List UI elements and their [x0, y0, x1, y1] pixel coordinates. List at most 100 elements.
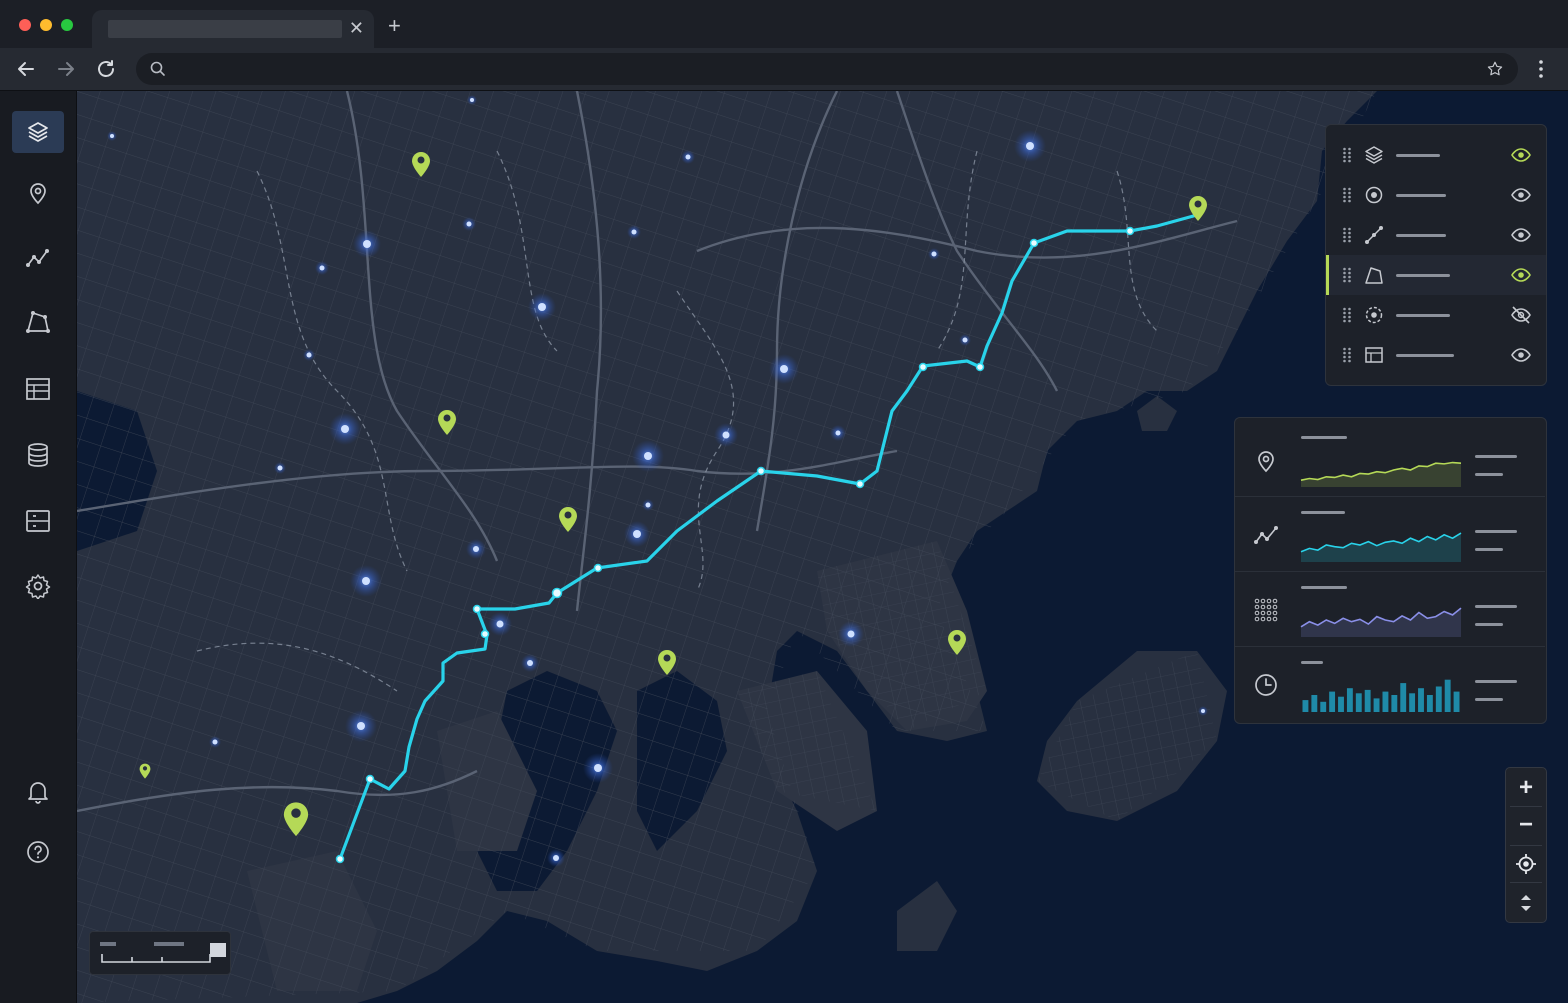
route-waypoint[interactable]	[335, 854, 345, 864]
poi-point[interactable]	[353, 230, 381, 258]
poi-point[interactable]	[838, 621, 864, 647]
address-bar[interactable]	[136, 53, 1518, 85]
help-icon	[27, 841, 49, 863]
sidebar-item-polygons[interactable]	[12, 301, 64, 343]
sidebar-item-layers[interactable]	[12, 111, 64, 153]
back-icon[interactable]	[14, 57, 38, 81]
stat-label	[1301, 661, 1323, 664]
eye-icon[interactable]	[1510, 225, 1532, 245]
poi-point[interactable]	[315, 261, 329, 275]
stat-row[interactable]	[1235, 646, 1545, 721]
poi-point[interactable]	[627, 225, 641, 239]
poi-point[interactable]	[681, 150, 695, 164]
poi-point[interactable]	[329, 413, 361, 445]
poi-point[interactable]	[345, 710, 377, 742]
browser-tab[interactable]: ✕	[92, 10, 374, 48]
route-waypoint[interactable]	[1125, 226, 1135, 236]
route-waypoint[interactable]	[918, 362, 928, 372]
poi-point[interactable]	[714, 423, 738, 447]
divider	[1510, 882, 1542, 883]
drag-handle-icon[interactable]	[1342, 267, 1352, 283]
layer-row[interactable]	[1326, 175, 1546, 215]
poi-point[interactable]	[1014, 130, 1046, 162]
sidebar-item-help[interactable]	[12, 831, 64, 873]
tab-close-icon[interactable]: ✕	[349, 18, 364, 38]
tilt-button[interactable]	[1506, 884, 1546, 922]
line-sparkline	[1300, 461, 1462, 487]
poi-point[interactable]	[462, 217, 476, 231]
poi-point[interactable]	[274, 462, 286, 474]
poi-point[interactable]	[528, 293, 556, 321]
stat-row[interactable]	[1235, 496, 1545, 572]
poi-point[interactable]	[466, 539, 486, 559]
poi-point[interactable]	[928, 248, 940, 260]
locate-button[interactable]	[1506, 845, 1546, 883]
target-icon	[1365, 306, 1383, 324]
poi-point[interactable]	[350, 565, 382, 597]
eye-icon[interactable]	[1510, 265, 1532, 285]
poi-point[interactable]	[583, 753, 613, 783]
route-waypoint[interactable]	[593, 563, 603, 573]
route-waypoint[interactable]	[1029, 238, 1039, 248]
poi-point[interactable]	[769, 354, 799, 384]
route-waypoint[interactable]	[365, 774, 375, 784]
eye-off-icon[interactable]	[1510, 305, 1532, 325]
sparkline-bar	[1444, 679, 1451, 712]
minimize-window-button[interactable]	[40, 19, 52, 31]
layers-icon	[28, 122, 48, 142]
stat-row[interactable]	[1235, 571, 1545, 647]
layer-row[interactable]	[1326, 215, 1546, 255]
poi-point[interactable]	[1198, 706, 1208, 716]
forward-icon[interactable]	[54, 57, 78, 81]
layer-row[interactable]	[1326, 295, 1546, 335]
route-waypoint[interactable]	[551, 587, 563, 599]
eye-icon[interactable]	[1510, 145, 1532, 165]
sidebar-item-settings[interactable]	[12, 565, 64, 607]
browser-menu-icon[interactable]	[1532, 58, 1550, 80]
poi-point[interactable]	[632, 440, 664, 472]
zoom-out-button[interactable]: −	[1506, 806, 1546, 844]
sidebar-item-notifications[interactable]	[12, 771, 64, 813]
close-window-button[interactable]	[19, 19, 31, 31]
route-waypoint[interactable]	[472, 604, 482, 614]
poi-point[interactable]	[303, 349, 315, 361]
layer-row[interactable]	[1326, 335, 1546, 375]
drag-handle-icon[interactable]	[1342, 147, 1352, 163]
route-waypoint[interactable]	[855, 479, 865, 489]
layer-row[interactable]	[1326, 135, 1546, 175]
eye-icon[interactable]	[1510, 345, 1532, 365]
stat-row[interactable]	[1235, 421, 1545, 497]
route-icon	[26, 249, 49, 267]
sidebar-item-table[interactable]	[12, 368, 64, 410]
poi-point[interactable]	[959, 334, 971, 346]
route-waypoint[interactable]	[756, 466, 766, 476]
route-waypoint[interactable]	[975, 362, 985, 372]
drag-handle-icon[interactable]	[1342, 187, 1352, 203]
poi-point[interactable]	[642, 499, 654, 511]
eye-icon[interactable]	[1510, 185, 1532, 205]
drag-handle-icon[interactable]	[1342, 307, 1352, 323]
map-canvas[interactable]: + −	[77, 91, 1568, 1003]
poi-point[interactable]	[488, 612, 512, 636]
poi-point[interactable]	[547, 849, 565, 867]
new-tab-button[interactable]: +	[388, 14, 401, 38]
sidebar-item-database[interactable]	[12, 434, 64, 476]
poi-point[interactable]	[107, 131, 117, 141]
maximize-window-button[interactable]	[61, 19, 73, 31]
drag-handle-icon[interactable]	[1342, 347, 1352, 363]
sidebar-item-markers[interactable]	[12, 173, 64, 215]
address-input[interactable]	[176, 57, 1480, 83]
poi-point[interactable]	[209, 736, 221, 748]
layer-row[interactable]	[1326, 255, 1546, 295]
bookmark-star-icon[interactable]	[1486, 60, 1504, 78]
poi-point[interactable]	[830, 425, 846, 441]
reload-icon[interactable]	[94, 57, 118, 81]
sidebar-item-routes[interactable]	[12, 237, 64, 279]
poi-point[interactable]	[467, 95, 477, 105]
sidebar-item-server[interactable]	[12, 500, 64, 542]
drag-handle-icon[interactable]	[1342, 227, 1352, 243]
poi-point[interactable]	[521, 654, 539, 672]
zoom-in-button[interactable]: +	[1506, 769, 1546, 807]
route-waypoint[interactable]	[480, 629, 490, 639]
poi-point[interactable]	[624, 521, 650, 547]
